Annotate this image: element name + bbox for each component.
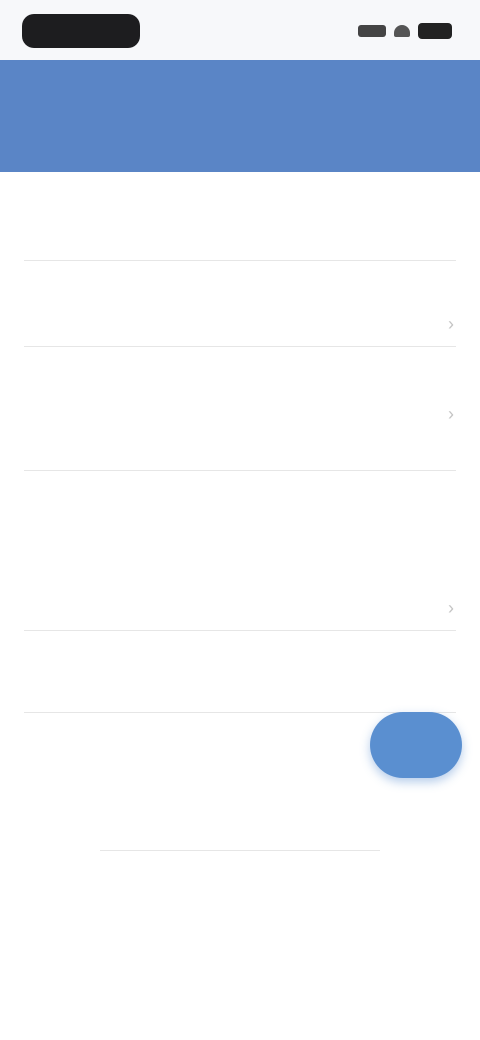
status-icons [358,20,452,42]
wifi-icon [394,25,410,37]
chevron-right-icon[interactable]: › [448,314,454,335]
battery-icon [418,23,452,39]
footer-divider [100,850,380,851]
status-bar [0,0,480,60]
floating-action-button[interactable] [370,712,462,778]
status-time-pill [22,14,140,48]
divider [24,260,456,261]
chevron-right-icon[interactable]: › [448,404,454,425]
chevron-right-icon[interactable]: › [448,598,454,619]
divider [24,630,456,631]
app-header [0,60,480,172]
divider [24,470,456,471]
signal-icon [358,25,386,37]
divider [24,346,456,347]
